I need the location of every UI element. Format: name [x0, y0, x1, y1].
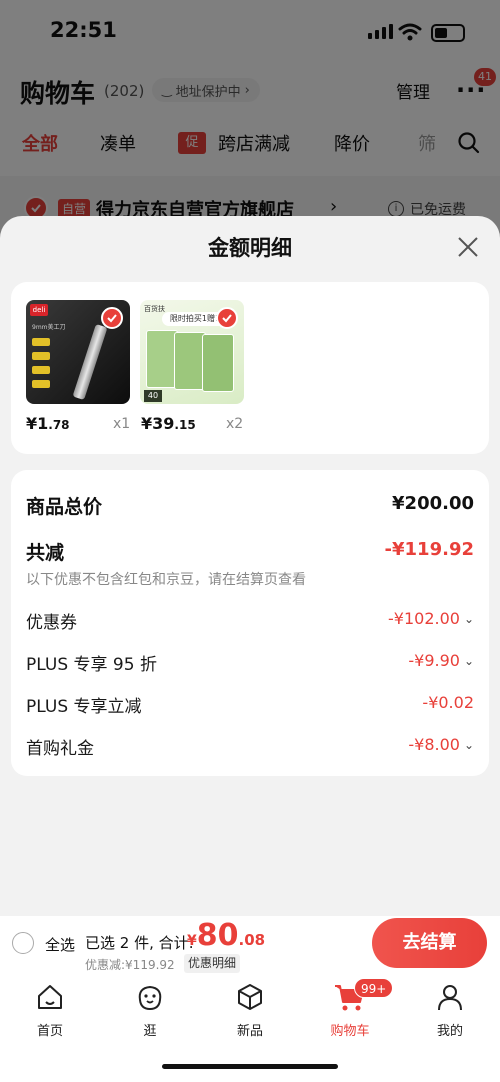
- tab-home[interactable]: 首页: [10, 982, 90, 1039]
- plus-instant-row: -¥0.02: [300, 693, 474, 712]
- coupon-value: -¥102.00: [388, 609, 460, 628]
- sheet-title: 金额明细: [208, 236, 292, 260]
- product-1-qty: x1: [113, 416, 131, 432]
- close-icon[interactable]: [457, 236, 479, 258]
- product-1-price: ¥1.78: [26, 414, 70, 433]
- box-icon: [238, 984, 262, 1010]
- user-icon: [438, 985, 462, 1011]
- tab-browse[interactable]: 逛: [110, 982, 190, 1039]
- discount-value: -¥119.92: [384, 539, 474, 560]
- checkout-button[interactable]: 去结算: [372, 918, 487, 968]
- tab-home-label: 首页: [36, 1024, 63, 1039]
- tab-browse-label: 逛: [143, 1024, 157, 1039]
- product-2-check[interactable]: [216, 307, 238, 329]
- chevron-down-icon: ⌄: [463, 737, 474, 752]
- face-icon: [138, 985, 162, 1011]
- checkout-total: ¥80.08: [187, 918, 266, 953]
- discount-label: 共减: [26, 542, 65, 564]
- total-value: ¥200.00: [392, 493, 474, 514]
- coupon-label: 优惠券: [26, 613, 77, 633]
- tab-cart-label: 购物车: [330, 1024, 370, 1039]
- product-1-check[interactable]: [101, 307, 123, 329]
- product-2-qty: x2: [226, 416, 244, 432]
- first-purchase-label: 首购礼金: [26, 739, 94, 759]
- plus-discount-label: PLUS 专享 95 折: [26, 655, 157, 675]
- product-1-caption: 9mm美工刀: [32, 324, 66, 331]
- cart-badge: 99+: [354, 978, 394, 998]
- discount-note: 以下优惠不包含红包和京豆，请在结算页查看: [26, 572, 306, 588]
- product-2-price: ¥39.15: [141, 414, 196, 433]
- saved-amount: 优惠减:¥119.92: [85, 958, 175, 972]
- coupon-row[interactable]: -¥102.00 ⌄: [300, 609, 474, 628]
- home-indicator: [162, 1064, 338, 1069]
- chevron-down-icon: ⌄: [463, 653, 474, 668]
- product-2-brand: 百货扶: [144, 305, 165, 313]
- home-icon: [38, 985, 62, 1009]
- deli-logo: deli: [30, 304, 48, 316]
- tab-me[interactable]: 我的: [410, 982, 490, 1039]
- select-all-label[interactable]: 全选: [45, 934, 75, 955]
- first-purchase-value: -¥8.00: [408, 735, 460, 754]
- tab-new-label: 新品: [236, 1024, 263, 1039]
- tab-new[interactable]: 新品: [210, 982, 290, 1039]
- modal-overlay[interactable]: [0, 0, 500, 240]
- discount-detail-button[interactable]: 优惠明细: [184, 954, 241, 973]
- plus-instant-label: PLUS 专享立减: [26, 697, 142, 717]
- selected-count: 已选 2 件, 合计:: [85, 934, 194, 952]
- tab-me-label: 我的: [436, 1024, 463, 1039]
- product-2-tag: 40: [144, 390, 162, 402]
- plus-discount-value: -¥9.90: [408, 651, 460, 670]
- total-label: 商品总价: [26, 496, 103, 518]
- chevron-down-icon: ⌄: [463, 611, 474, 626]
- select-all-checkbox[interactable]: [12, 932, 34, 954]
- plus-discount-row[interactable]: -¥9.90 ⌄: [300, 651, 474, 670]
- first-purchase-row[interactable]: -¥8.00 ⌄: [300, 735, 474, 754]
- plus-instant-value: -¥0.02: [422, 693, 474, 712]
